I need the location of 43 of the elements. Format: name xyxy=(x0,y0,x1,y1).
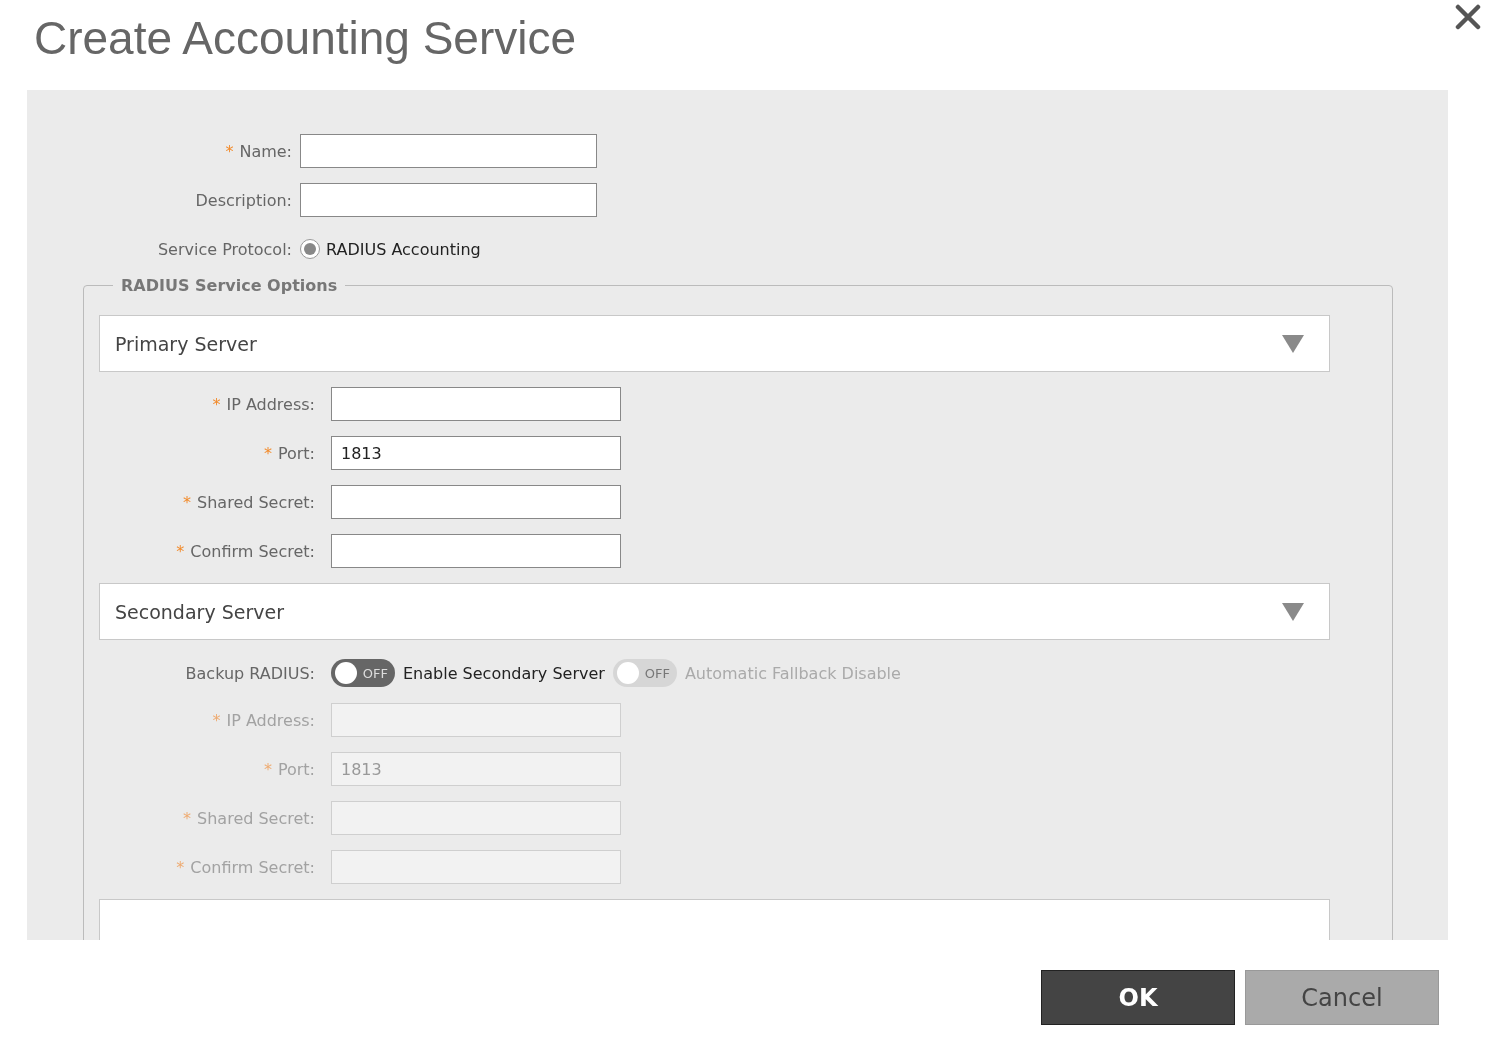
field-label: Port: xyxy=(277,759,315,779)
radio-label[interactable]: RADIUS Accounting xyxy=(326,239,481,259)
required-asterisk: * xyxy=(183,492,192,512)
field-label: IP Address: xyxy=(226,710,315,730)
required-asterisk: * xyxy=(176,541,185,561)
field-label: Shared Secret: xyxy=(197,492,315,512)
required-asterisk: * xyxy=(225,141,234,161)
field-label: Port: xyxy=(277,443,315,463)
section-header[interactable]: Secondary Server xyxy=(99,583,1330,640)
field-label: Name: xyxy=(239,141,292,161)
field-label: Confirm Secret: xyxy=(190,857,315,877)
required-asterisk: * xyxy=(176,857,185,877)
section-title: Primary Server xyxy=(115,332,257,355)
field-label: Backup RADIUS: xyxy=(185,663,315,683)
text-field[interactable]: 1813 xyxy=(331,436,621,470)
required-asterisk: * xyxy=(212,710,221,730)
cancel-button[interactable]: Cancel xyxy=(1245,970,1439,1025)
required-asterisk: * xyxy=(263,759,272,779)
section-header[interactable]: Primary Server xyxy=(99,315,1330,372)
toggle-switch[interactable]: OFF xyxy=(331,659,395,687)
dropdown-triangle-icon[interactable] xyxy=(1282,602,1304,621)
text-field[interactable] xyxy=(331,485,621,519)
text-field[interactable] xyxy=(300,183,597,217)
required-asterisk: * xyxy=(263,443,272,463)
toggle-label: Automatic Fallback Disable xyxy=(684,663,901,683)
toggle-label: Enable Secondary Server xyxy=(403,663,605,683)
required-asterisk: * xyxy=(183,808,192,828)
text-field[interactable] xyxy=(331,534,621,568)
required-asterisk: * xyxy=(212,394,221,414)
field-label: Description: xyxy=(195,190,292,210)
dropdown-triangle-icon[interactable] xyxy=(1282,334,1304,353)
text-field[interactable] xyxy=(300,134,597,168)
field-label: IP Address: xyxy=(226,394,315,414)
text-field[interactable] xyxy=(331,387,621,421)
section-title: Secondary Server xyxy=(115,600,284,623)
fieldset-legend: RADIUS Service Options xyxy=(113,276,346,295)
close-icon[interactable] xyxy=(1455,4,1481,30)
field-label: Service Protocol: xyxy=(157,239,292,259)
radio-button[interactable] xyxy=(300,239,320,259)
dialog-title: Create Accounting Service xyxy=(34,11,577,66)
ok-button[interactable]: OK xyxy=(1041,970,1235,1025)
field-label: Shared Secret: xyxy=(197,808,315,828)
field-label: Confirm Secret: xyxy=(190,541,315,561)
